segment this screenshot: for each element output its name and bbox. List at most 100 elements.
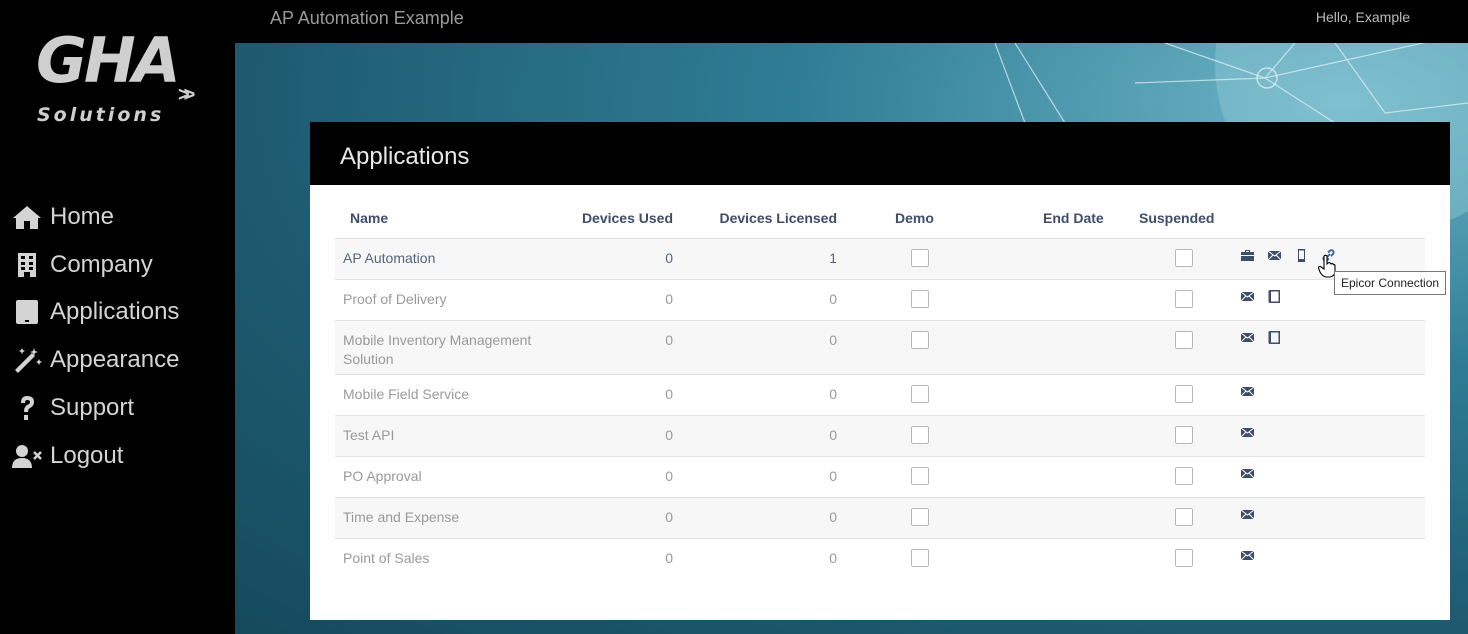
envelope-icon[interactable] [1240, 548, 1257, 565]
sidebar-item-support[interactable]: Support [12, 392, 134, 424]
header-devices-licensed[interactable]: Devices Licensed [673, 199, 839, 239]
suspended-checkbox[interactable] [1175, 507, 1193, 526]
suspended-checkbox[interactable] [1175, 425, 1193, 444]
suspended-checkbox[interactable] [1175, 384, 1193, 403]
demo-checkbox[interactable] [911, 507, 929, 526]
demo-checkbox[interactable] [911, 248, 929, 267]
cell-demo [839, 238, 975, 280]
demo-checkbox[interactable] [911, 548, 929, 567]
cell-devices-licensed: 0 [673, 320, 839, 375]
tablet-icon [16, 300, 38, 324]
header-suspended[interactable]: Suspended [1125, 199, 1225, 239]
cell-actions [1225, 320, 1425, 375]
suspended-checkbox[interactable] [1175, 330, 1193, 349]
app-title: AP Automation Example [270, 8, 464, 28]
envelope-icon[interactable] [1267, 248, 1284, 265]
cell-demo [839, 374, 975, 416]
header-demo[interactable]: Demo [839, 199, 975, 239]
suspended-checkbox[interactable] [1175, 248, 1193, 267]
demo-checkbox[interactable] [911, 289, 929, 308]
sidebar-item-appearance[interactable]: Appearance [12, 344, 179, 376]
sidebar-item-label: Logout [50, 442, 124, 469]
mobile-icon[interactable] [1294, 248, 1311, 265]
cell-name: PO Approval [335, 456, 567, 498]
table-row: Test API 0 0 [335, 415, 1425, 457]
cell-devices-used: 0 [567, 279, 673, 321]
demo-checkbox[interactable] [911, 425, 929, 444]
building-icon [18, 253, 36, 277]
logo-arrows: >> [178, 84, 196, 106]
sidebar-item-home[interactable]: Home [12, 201, 114, 233]
sidebar-item-label: Support [50, 394, 135, 421]
cell-devices-licensed: 1 [673, 238, 839, 280]
envelope-icon[interactable] [1240, 507, 1257, 524]
header-devices-used[interactable]: Devices Used [567, 199, 673, 239]
sidebar-item-logout[interactable]: Logout [12, 440, 123, 472]
user-greeting[interactable]: Hello, Example [1316, 9, 1410, 25]
cell-end-date [975, 456, 1125, 498]
cell-actions [1225, 456, 1425, 498]
book-icon[interactable] [1267, 289, 1284, 306]
cell-demo [839, 538, 975, 579]
home-icon [13, 206, 41, 229]
demo-checkbox[interactable] [911, 466, 929, 485]
cell-end-date [975, 374, 1125, 416]
sidebar-item-label: Home [50, 203, 115, 230]
envelope-icon[interactable] [1240, 330, 1257, 347]
cell-end-date [975, 538, 1125, 579]
sidebar-item-label: Company [50, 251, 153, 278]
envelope-icon[interactable] [1240, 384, 1257, 401]
suspended-checkbox[interactable] [1175, 466, 1193, 485]
cell-name: Proof of Delivery [335, 279, 567, 321]
cell-devices-used: 0 [567, 497, 673, 539]
header-name[interactable]: Name [335, 199, 567, 239]
envelope-icon[interactable] [1240, 466, 1257, 483]
cell-devices-used: 0 [567, 456, 673, 498]
briefcase-icon[interactable] [1240, 248, 1257, 265]
question-icon [21, 396, 34, 420]
cell-devices-licensed: 0 [673, 374, 839, 416]
cell-devices-licensed: 0 [673, 415, 839, 457]
suspended-checkbox[interactable] [1175, 548, 1193, 567]
tooltip-epicor-connection: Epicor Connection [1334, 271, 1447, 295]
logo-main-text: GHA [36, 24, 181, 97]
table-row: AP Automation 0 1 [335, 238, 1425, 280]
cell-demo [839, 497, 975, 539]
header-actions [1225, 199, 1425, 239]
applications-table: Name Devices Used Devices Licensed Demo … [335, 199, 1425, 579]
user-times-icon [12, 445, 42, 468]
demo-checkbox[interactable] [911, 330, 929, 349]
cell-end-date [975, 497, 1125, 539]
gha-solutions-logo: GHA >> Solutions [30, 28, 210, 128]
cell-name: Mobile Field Service [335, 374, 567, 416]
cell-demo [839, 279, 975, 321]
envelope-icon[interactable] [1240, 425, 1257, 442]
cell-suspended [1125, 497, 1225, 539]
sidebar: GHA >> Solutions Home Company Applicatio… [0, 0, 235, 634]
cell-devices-licensed: 0 [673, 279, 839, 321]
sidebar-item-company[interactable]: Company [12, 249, 153, 281]
cell-name: AP Automation [335, 238, 567, 280]
cell-actions [1225, 538, 1425, 579]
header-end-date[interactable]: End Date [975, 199, 1125, 239]
book-icon[interactable] [1267, 330, 1284, 347]
envelope-icon[interactable] [1240, 289, 1257, 306]
cell-devices-used: 0 [567, 415, 673, 457]
cell-actions [1225, 374, 1425, 416]
logo-sub-text: Solutions [37, 104, 165, 126]
demo-checkbox[interactable] [911, 384, 929, 403]
cell-devices-used: 0 [665, 549, 673, 566]
table-header-row: Name Devices Used Devices Licensed Demo … [335, 199, 1425, 239]
panel-title: Applications [340, 143, 470, 170]
table-row: Mobile Inventory Management Solution 0 0 [335, 320, 1425, 375]
sidebar-item-applications[interactable]: Applications [12, 296, 179, 328]
cell-end-date [975, 279, 1125, 321]
table-row: Mobile Field Service 0 0 [335, 374, 1425, 416]
top-bar: AP Automation Example Hello, Example [235, 0, 1468, 43]
cell-name: Time and Expense [335, 497, 567, 539]
cell-demo [839, 320, 975, 375]
suspended-checkbox[interactable] [1175, 289, 1193, 308]
cell-actions [1225, 497, 1425, 539]
magic-wand-icon [15, 348, 42, 373]
cell-suspended [1125, 279, 1225, 321]
